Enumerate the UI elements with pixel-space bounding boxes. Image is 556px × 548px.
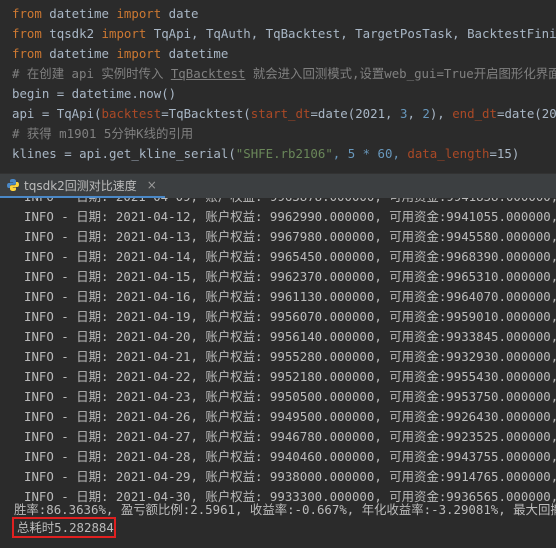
comment-link[interactable]: TqBacktest — [171, 66, 246, 81]
number-literal: , 5 * 60, — [332, 146, 408, 161]
module-name: datetime — [41, 6, 117, 21]
python-run-icon — [6, 178, 20, 192]
code-line-7[interactable]: # 获得 m1901 5分钟K线的引用 — [12, 124, 193, 144]
log-line: INFO - 日期: 2021-04-12, 账户权益: 9962990.000… — [24, 209, 556, 224]
log-line: INFO - 日期: 2021-04-21, 账户权益: 9955280.000… — [24, 349, 556, 364]
log-line: INFO - 日期: 2021-04-16, 账户权益: 9961130.000… — [24, 289, 556, 304]
code-line-8[interactable]: klines = api.get_kline_serial("SHFE.rb21… — [12, 144, 519, 164]
total-time: 总耗时5.282884 — [17, 520, 114, 535]
kwarg-name: backtest — [101, 106, 162, 121]
keyword: from — [12, 26, 42, 41]
keyword: import — [116, 46, 162, 61]
code-editor[interactable]: from datetime import date from tqsdk2 im… — [0, 0, 556, 172]
log-line: INFO - 日期: 2021-04-15, 账户权益: 9962370.000… — [24, 269, 556, 284]
log-line: INFO - 日期: 2021-04-22, 账户权益: 9952180.000… — [24, 369, 556, 384]
log-line: INFO - 日期: 2021-04-23, 账户权益: 9950500.000… — [24, 389, 556, 404]
kwarg-name: start_dt — [250, 106, 311, 121]
run-tab-title: tqsdk2回测对比速度 — [24, 178, 137, 193]
console-output[interactable]: INFO - 日期: 2021-04-09, 账户权益: 9963878.000… — [0, 198, 556, 548]
log-line: INFO - 日期: 2021-04-28, 账户权益: 9940460.000… — [24, 449, 556, 464]
import-names: TqApi, TqAuth, TqBacktest, TargetPosTask… — [146, 26, 556, 41]
code-line-1[interactable]: from datetime import date — [12, 4, 199, 24]
keyword: from — [12, 46, 42, 61]
comment-text: 就会进入回测模式,设置web_gui=True开启图形化界面 — [245, 66, 556, 81]
log-line: INFO - 日期: 2021-04-14, 账户权益: 9965450.000… — [24, 249, 556, 264]
code-token: ), — [429, 106, 453, 121]
import-names: datetime — [161, 46, 229, 61]
code-line-2[interactable]: from tqsdk2 import TqApi, TqAuth, TqBack… — [12, 24, 556, 44]
number-literal: 2 — [422, 106, 430, 121]
run-tab[interactable]: tqsdk2回测对比速度 × — [0, 174, 165, 198]
code-line-4[interactable]: # 在创建 api 实例时传入 TqBacktest 就会进入回测模式,设置we… — [12, 64, 556, 84]
code-token: =TqBacktest( — [161, 106, 251, 121]
module-name: datetime — [41, 46, 117, 61]
code-line-5[interactable]: begin = datetime.now() — [12, 84, 176, 104]
log-line: INFO - 日期: 2021-04-29, 账户权益: 9938000.000… — [24, 469, 556, 484]
kwarg-name: end_dt — [452, 106, 497, 121]
code-token: =date(2021, — [496, 106, 556, 121]
log-line-partial: INFO - 日期: 2021-04-09, 账户权益: 9963878.000… — [24, 198, 556, 207]
log-line: INFO - 日期: 2021-04-27, 账户权益: 9946780.000… — [24, 429, 556, 444]
comment-text: # 在创建 api 实例时传入 — [12, 66, 171, 81]
string-literal: "SHFE.rb2106" — [235, 146, 333, 161]
code-token: klines = api.get_kline_serial( — [12, 146, 236, 161]
code-token: =15) — [489, 146, 520, 161]
close-icon[interactable]: × — [147, 178, 157, 192]
module-name: tqsdk2 — [41, 26, 102, 41]
code-token: api = TqApi( — [12, 106, 102, 121]
log-line: INFO - 日期: 2021-04-13, 账户权益: 9967980.000… — [24, 229, 556, 244]
code-line-6[interactable]: api = TqApi(backtest=TqBacktest(start_dt… — [12, 104, 556, 124]
log-line: INFO - 日期: 2021-04-20, 账户权益: 9956140.000… — [24, 329, 556, 344]
run-tool-window-header: tqsdk2回测对比速度 × — [0, 173, 556, 199]
log-line: INFO - 日期: 2021-04-19, 账户权益: 9956070.000… — [24, 309, 556, 324]
code-token: =date(2021, — [310, 106, 400, 121]
keyword: import — [101, 26, 147, 41]
keyword: from — [12, 6, 42, 21]
code-token: , — [407, 106, 423, 121]
log-line: INFO - 日期: 2021-04-26, 账户权益: 9949500.000… — [24, 409, 556, 424]
code-line-3[interactable]: from datetime import datetime — [12, 44, 228, 64]
keyword: import — [116, 6, 162, 21]
import-names: date — [161, 6, 199, 21]
kwarg-name: data_length — [407, 146, 490, 161]
